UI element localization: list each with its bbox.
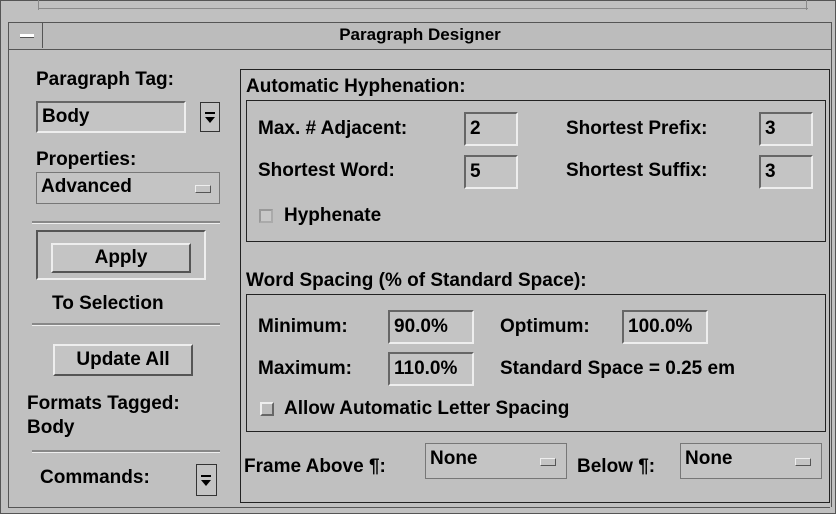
shortest-suffix-label: Shortest Suffix:: [566, 160, 708, 181]
option-menu-icon: [795, 458, 811, 466]
apply-button[interactable]: Apply: [51, 243, 191, 273]
resize-corner-right[interactable]: [806, 0, 807, 10]
allow-letter-spacing-checkbox[interactable]: [260, 402, 274, 416]
formats-tagged-value: Body: [27, 417, 75, 438]
hyphenate-label[interactable]: Hyphenate: [284, 205, 381, 227]
maximum-label: Maximum:: [258, 358, 352, 379]
option-menu-icon: [195, 185, 211, 193]
properties-value: Advanced: [41, 176, 132, 197]
properties-select[interactable]: Advanced: [36, 172, 220, 204]
separator: [32, 221, 220, 224]
option-menu-icon: [540, 458, 556, 466]
shortest-suffix-input[interactable]: 3: [759, 155, 813, 189]
paragraph-tag-label: Paragraph Tag:: [36, 69, 174, 90]
below-value: None: [685, 448, 733, 469]
window-bottom-border: [8, 507, 830, 508]
optimum-input[interactable]: 100.0%: [622, 310, 708, 344]
commands-dropdown[interactable]: [196, 464, 217, 496]
commands-label: Commands:: [40, 467, 150, 488]
chevron-down-icon: [201, 480, 211, 486]
shortest-word-input[interactable]: 5: [464, 155, 518, 189]
frame-above-label: Frame Above ¶:: [244, 456, 386, 477]
formats-tagged-label: Formats Tagged:: [27, 393, 180, 414]
update-all-button[interactable]: Update All: [53, 344, 193, 376]
separator: [32, 323, 220, 326]
title-bar[interactable]: Paragraph Designer: [8, 22, 832, 50]
properties-label: Properties:: [36, 149, 137, 170]
shortest-word-label: Shortest Word:: [258, 160, 395, 181]
maximum-input[interactable]: 110.0%: [388, 352, 474, 386]
window-resize-border[interactable]: [38, 8, 808, 9]
window-menu-icon: [20, 34, 34, 38]
window-menu-button[interactable]: [8, 22, 43, 48]
allow-letter-spacing-label[interactable]: Allow Automatic Letter Spacing: [284, 398, 569, 420]
separator: [32, 450, 220, 453]
hyphenate-checkbox[interactable]: [259, 209, 273, 223]
chevron-down-icon: [205, 117, 215, 123]
dropdown-bar-icon: [205, 112, 215, 114]
dropdown-bar-icon: [201, 475, 211, 477]
to-selection-label: To Selection: [52, 293, 164, 314]
optimum-label: Optimum:: [500, 316, 590, 337]
paragraph-tag-input[interactable]: Body: [36, 101, 186, 133]
shortest-prefix-label: Shortest Prefix:: [566, 118, 708, 139]
minimum-label: Minimum:: [258, 316, 348, 337]
resize-corner-left[interactable]: [38, 0, 39, 10]
max-adjacent-label: Max. # Adjacent:: [258, 118, 408, 139]
below-select[interactable]: None: [680, 443, 822, 479]
below-label: Below ¶:: [577, 456, 656, 477]
frame-above-value: None: [430, 448, 478, 469]
paragraph-tag-dropdown[interactable]: [200, 102, 220, 132]
frame-above-select[interactable]: None: [425, 443, 567, 479]
max-adjacent-input[interactable]: 2: [464, 112, 518, 146]
hyphenation-section-title: Automatic Hyphenation:: [246, 76, 466, 97]
word-spacing-section-title: Word Spacing (% of Standard Space):: [246, 270, 587, 291]
minimum-input[interactable]: 90.0%: [388, 310, 474, 344]
standard-space-text: Standard Space = 0.25 em: [500, 358, 735, 379]
window-title: Paragraph Designer: [339, 25, 501, 44]
shortest-prefix-input[interactable]: 3: [759, 112, 813, 146]
